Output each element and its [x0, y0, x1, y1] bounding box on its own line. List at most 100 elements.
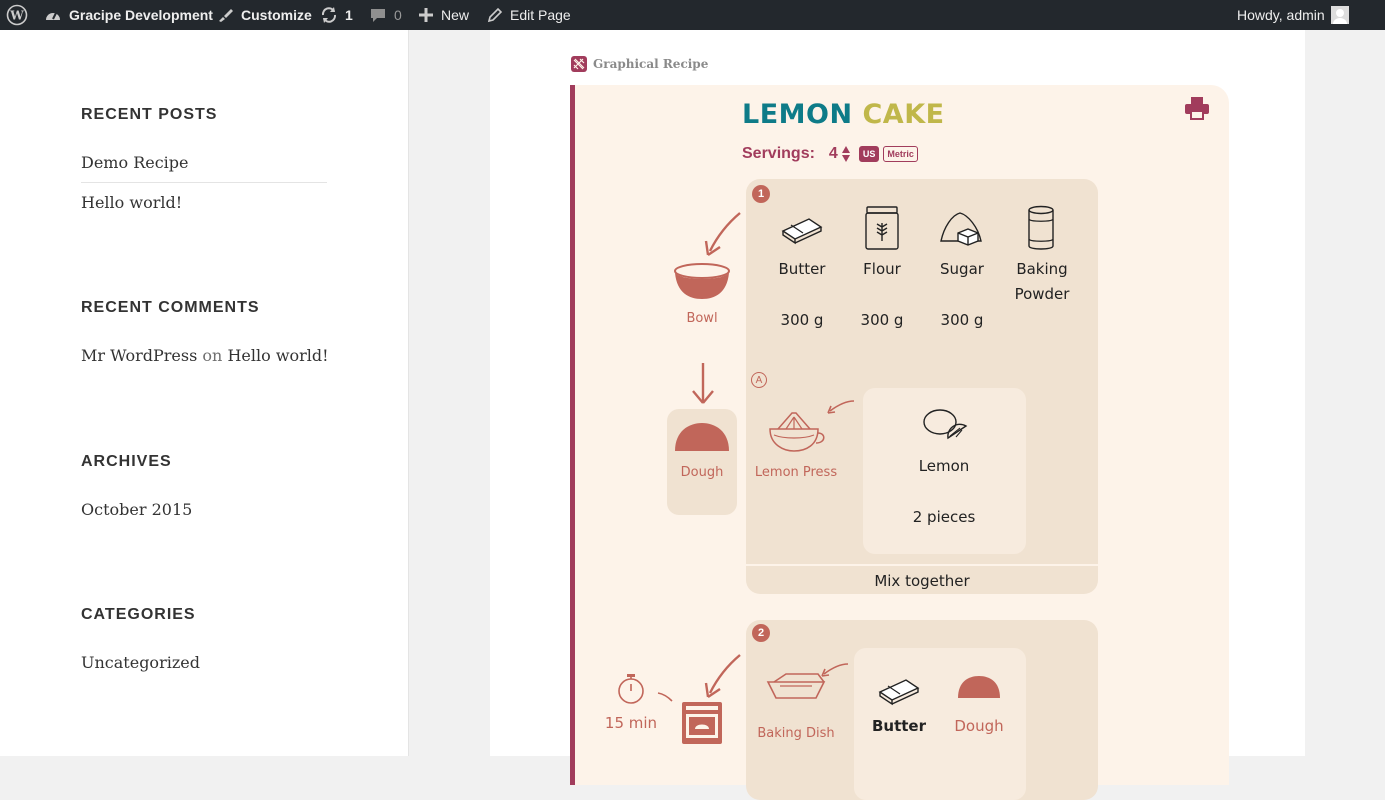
unit-us-button[interactable]: US [858, 146, 880, 162]
plugin-label-text: Graphical Recipe [593, 57, 709, 71]
dough-label: Dough [680, 465, 724, 480]
step-2-box: 2 Baking Dish Butter Dough [746, 620, 1098, 800]
ingredient-sugar: Sugar [922, 257, 1002, 282]
dough-result-box: Dough [667, 409, 737, 515]
update-icon [321, 7, 337, 23]
timer-label: 15 min [604, 714, 658, 732]
ingredient-name: Baking Powder [1014, 260, 1070, 303]
arrow-up-icon[interactable] [841, 146, 850, 153]
print-button[interactable] [1184, 96, 1210, 124]
step-1-box: 1 Butter Flour Sugar Baking Powder 300 g… [746, 179, 1098, 594]
new-content-link[interactable]: New [418, 0, 469, 30]
ingredient-name: Sugar [940, 260, 984, 278]
ingredient-name: Lemon [918, 457, 970, 475]
ingredient-baking-powder: Baking Powder [1002, 257, 1082, 307]
sidebar: RECENT POSTS Demo Recipe Hello world! RE… [0, 30, 409, 756]
ingredient-qty: 300 g [940, 311, 984, 329]
updates-count: 1 [345, 7, 353, 23]
ingredient-name: Butter [871, 717, 927, 735]
comment-post-link[interactable]: Hello world! [227, 346, 328, 365]
site-name: Gracipe Development [69, 7, 213, 23]
recent-post-link[interactable]: Hello world! [81, 193, 182, 212]
ingredient-butter: Butter [762, 257, 842, 282]
bowl-icon [674, 263, 730, 299]
ingredient-qty: 300 g [780, 311, 824, 329]
dash-icon [657, 692, 673, 702]
plus-icon [419, 8, 433, 22]
step-2-ingredient-box: Butter Dough [854, 648, 1026, 800]
arrow-icon [704, 654, 741, 698]
step-2-number: 2 [752, 624, 770, 642]
recipe-title: LEMON CAKE [742, 99, 945, 130]
step-1-action-bar: Mix together [746, 564, 1098, 596]
new-label: New [441, 7, 470, 23]
comment-bubble-icon [371, 9, 385, 22]
wordpress-logo-icon[interactable]: W [6, 0, 28, 30]
edit-page-link[interactable]: Edit Page [487, 0, 571, 30]
substep-a-marker: A [751, 372, 767, 388]
step-1-action: Mix together [874, 572, 970, 590]
updates-link[interactable]: 1 [320, 0, 353, 30]
comment-author-link[interactable]: Mr WordPress [81, 346, 197, 365]
recent-post-link[interactable]: Demo Recipe [81, 153, 189, 172]
servings-stepper[interactable] [841, 146, 850, 162]
baking-dish-icon [766, 673, 826, 699]
arrow-icon [821, 663, 849, 677]
howdy-text: Howdy, admin [1237, 7, 1325, 23]
customize-link[interactable]: Customize [216, 0, 312, 30]
ingredient-name: Butter [778, 260, 826, 278]
recent-comment: Mr WordPress on Hello world! [81, 346, 329, 365]
ingredient-flour: Flour [842, 257, 922, 282]
edit-page-label: Edit Page [510, 7, 571, 23]
lemon-press-icon [769, 412, 825, 452]
unit-metric-button[interactable]: Metric [883, 146, 918, 162]
plugin-label: Graphical Recipe [571, 56, 708, 72]
arrow-down-icon[interactable] [841, 155, 850, 162]
ingredient-dough: Dough [939, 714, 1019, 739]
bowl-label: Bowl [686, 311, 718, 326]
ingredient-butter: Butter [859, 714, 939, 739]
graphical-recipe-logo-icon [571, 56, 587, 72]
substep-a-label: A [755, 374, 763, 386]
recent-posts-title: RECENT POSTS [81, 106, 218, 123]
butter-icon [878, 679, 920, 706]
ingredient-qty: 2 pieces [912, 508, 976, 526]
dough-icon [958, 676, 1000, 698]
servings-value: 4 [828, 145, 838, 162]
pencil-icon [487, 7, 503, 23]
lemon-press-label: Lemon Press [754, 465, 838, 480]
comments-link[interactable]: 0 [369, 0, 402, 30]
recent-comments-title: RECENT COMMENTS [81, 299, 260, 316]
svg-text:W: W [9, 9, 24, 23]
stopwatch-icon [618, 674, 644, 704]
content-area: Graphical Recipe LEMON CAKE Servings: 4 … [490, 30, 1305, 800]
oven-icon [682, 702, 722, 744]
ingredient-name: Flour [863, 260, 901, 278]
site-name-link[interactable]: Gracipe Development [44, 0, 213, 30]
category-link[interactable]: Uncategorized [81, 653, 200, 672]
substep-a-ingredient-box: Lemon 2 pieces [863, 388, 1026, 554]
step-1-number: 1 [752, 185, 770, 203]
archives-title: ARCHIVES [81, 453, 172, 470]
baking-dish-label: Baking Dish [757, 726, 835, 741]
recipe-title-word-2: CAKE [862, 99, 945, 130]
widget-divider [81, 182, 327, 183]
comment-on-text: on [202, 346, 223, 365]
baking-powder-can-icon [1028, 205, 1054, 250]
printer-icon [1185, 97, 1209, 120]
dashboard-gauge-icon [46, 12, 60, 20]
recipe-card: LEMON CAKE Servings: 4 US Metric 1 Butte… [570, 85, 1229, 800]
servings-label: Servings: [742, 145, 815, 162]
archive-link[interactable]: October 2015 [81, 500, 192, 519]
my-account-link[interactable]: Howdy, admin [1237, 0, 1349, 30]
butter-icon [781, 218, 823, 245]
recipe-title-word-1: LEMON [742, 99, 853, 130]
customize-label: Customize [241, 7, 312, 23]
arrow-down-icon [692, 363, 714, 404]
comments-count: 0 [394, 7, 402, 23]
lemon-icon [923, 409, 968, 440]
arrow-icon [704, 212, 741, 256]
flour-jar-icon [865, 206, 899, 250]
ingredient-name: Dough [954, 717, 1004, 735]
arrow-icon [827, 400, 855, 414]
